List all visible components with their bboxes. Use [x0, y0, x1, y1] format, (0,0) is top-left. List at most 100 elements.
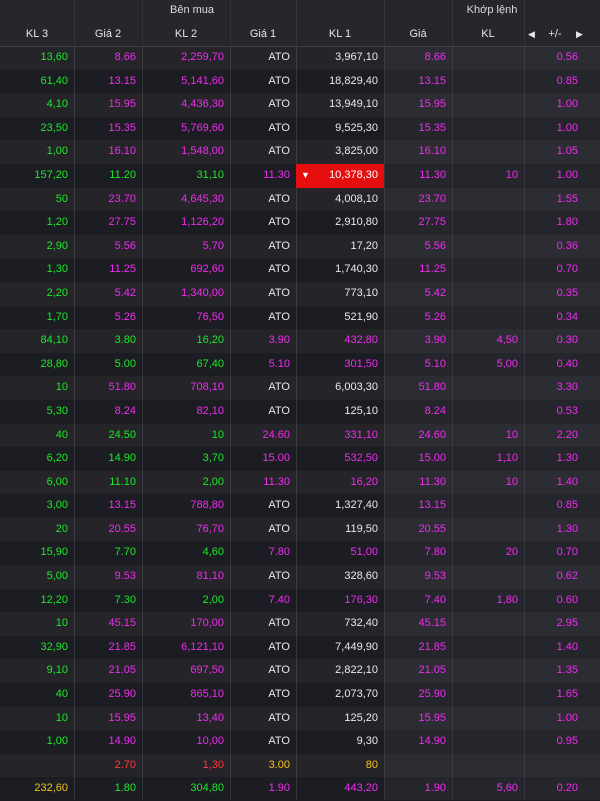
header-gia1[interactable]: Giá 1 [230, 24, 296, 46]
cell-gia1: ATO [268, 121, 290, 134]
table-row[interactable]: 13,60 8.66 2,259,70 ATO 3,967,10 8.66 0.56 [0, 46, 600, 70]
table-row[interactable]: 1,70 5.26 76,50 ATO 521,90 5.26 0.34 [0, 306, 600, 330]
cell-change: 1.30 [556, 522, 578, 535]
cell-gia1: 24.60 [262, 428, 290, 441]
table-row[interactable]: 12,20 7.30 2,00 7.40 176,30 7.40 1,80 0.60 [0, 589, 600, 613]
cell-gia1: 7.80 [268, 546, 290, 559]
cell-gia2: 7.30 [114, 593, 136, 606]
header-kl[interactable]: KL [452, 24, 524, 46]
cell-change: 1.65 [556, 688, 578, 701]
cell-gia2: 24.50 [108, 428, 136, 441]
cell-gia2: 45.15 [108, 617, 136, 630]
cell-gia: 16.10 [418, 145, 446, 158]
cell-gia1: ATO [268, 499, 290, 512]
cell-change: 0.70 [556, 263, 578, 276]
cell-gia: 11.30 [419, 475, 446, 488]
cell-kl [452, 612, 524, 636]
cell-gia2: 51.80 [108, 381, 136, 394]
table-row[interactable]: 2.70 1,30 3.00 80 [0, 754, 600, 778]
cell-gia2: 1.80 [114, 782, 136, 795]
table-row[interactable]: 10 51.80 708,10 ATO 6,003,30 51.80 3.30 [0, 376, 600, 400]
cell-gia: 8.66 [424, 51, 446, 63]
table-row[interactable]: 1,00 16.10 1,548,00 ATO 3,825,00 16.10 1.05 [0, 140, 600, 164]
cell-kl1: 521,90 [344, 310, 378, 323]
header-gia[interactable]: Giá [384, 24, 452, 46]
cell-gia2: 5.26 [114, 310, 136, 323]
price-board: Bên mua Khớp lệnh KL 3 Giá 2 KL 2 Giá 1 … [0, 0, 600, 800]
cell-kl1: 3,825,00 [335, 145, 378, 158]
cell-gia1: ATO [268, 664, 290, 677]
caret-right-icon[interactable]: ▶ [576, 24, 583, 44]
table-row[interactable]: 61,40 13.15 5,141,60 ATO 18,829,40 13.15 0.85 [0, 70, 600, 94]
cell-change: 0.20 [556, 782, 578, 795]
cell-kl1: 432,80 [344, 334, 378, 347]
cell-gia: 5.42 [424, 286, 446, 299]
cell-kl3 [0, 754, 74, 778]
table-row[interactable]: 50 23.70 4,645,30 ATO 4,008,10 23.70 1.55 [0, 188, 600, 212]
cell-kl: 10 [505, 168, 518, 181]
header-kl2[interactable]: KL 2 [142, 24, 230, 46]
table-row[interactable]: 10 45.15 170,00 ATO 732,40 45.15 2.95 [0, 612, 600, 636]
cell-change: 0.62 [556, 570, 578, 583]
cell-gia: 9.53 [424, 570, 446, 583]
table-row[interactable]: 1,30 11.25 692,60 ATO 1,740,30 11.25 0.70 [0, 258, 600, 282]
cell-gia: 3.90 [424, 334, 446, 347]
cell-kl [452, 659, 524, 683]
cell-change: 3.30 [556, 381, 578, 394]
table-row[interactable]: 84,10 3.80 16,20 3.90 432,80 3.90 4,50 0.30 [0, 329, 600, 353]
table-row[interactable]: 1,00 14.90 10,00 ATO 9,30 14.90 0.95 [0, 730, 600, 754]
cell-kl1: 13,949,10 [329, 98, 378, 111]
header-change[interactable]: +/- [538, 24, 572, 46]
cell-kl2: 708,10 [190, 381, 224, 394]
cell-kl [452, 235, 524, 259]
table-row[interactable]: 4,10 15.95 4,436,30 ATO 13,949,10 15.95 1.00 [0, 93, 600, 117]
cell-gia: 7.80 [424, 546, 446, 559]
cell-kl [452, 754, 524, 778]
table-row[interactable]: 157,20 11.20 31,10 11.30 10,378,30 ▼ 11.30 10 1.… [0, 163, 600, 188]
table-row[interactable]: 20 20.55 76,70 ATO 119,50 20.55 1.30 [0, 518, 600, 542]
table-row[interactable]: 2,20 5.42 1,340,00 ATO 773,10 5.42 0.35 [0, 282, 600, 306]
cell-gia: 11.30 [419, 168, 446, 181]
table-row[interactable]: 28,80 5.00 67,40 5.10 301,50 5.10 5,00 0.40 [0, 353, 600, 377]
table-row[interactable]: 40 25.90 865,10 ATO 2,073,70 25.90 1.65 [0, 683, 600, 707]
table-row[interactable]: 5,00 9.53 81,10 ATO 328,60 9.53 0.62 [0, 565, 600, 589]
cell-kl3: 2,90 [46, 239, 68, 252]
table-row[interactable]: 23,50 15.35 5,769,60 ATO 9,525,30 15.35 1.00 [0, 117, 600, 141]
table-row[interactable]: 3,00 13.15 788,80 ATO 1,327,40 13.15 0.85 [0, 494, 600, 518]
header-kl1[interactable]: KL 1 [296, 24, 384, 46]
table-row[interactable]: 40 24.50 10 24.60 331,10 24.60 10 2.20 [0, 424, 600, 448]
table-row[interactable]: 1,20 27.75 1,126,20 ATO 2,910,80 27.75 1.80 [0, 211, 600, 235]
cell-gia1: ATO [268, 617, 290, 630]
cell-change: 2.95 [556, 617, 578, 630]
header-gia2[interactable]: Giá 2 [74, 24, 142, 46]
cell-gia: 20.55 [418, 522, 446, 535]
cell-gia: 23.70 [418, 192, 446, 205]
cell-gia2: 8.24 [114, 404, 136, 417]
cell-change [524, 754, 584, 778]
cell-kl3: 10 [55, 617, 68, 630]
cell-gia2: 21.85 [108, 640, 136, 653]
table-row[interactable]: 10 15.95 13,40 ATO 125,20 15.95 1.00 [0, 707, 600, 731]
table-row[interactable]: 32,90 21.85 6,121,10 ATO 7,449,90 21.85 1.40 [0, 636, 600, 660]
cell-kl [452, 46, 524, 70]
cell-gia [384, 754, 452, 778]
cell-gia2: 20.55 [108, 522, 136, 535]
table-row[interactable]: 6,20 14.90 3,70 15.00 532,50 15.00 1,10 1.30 [0, 447, 600, 471]
cell-kl1: 3,967,10 [335, 51, 378, 63]
header-kl3[interactable]: KL 3 [0, 24, 74, 46]
table-row[interactable]: 15,90 7.70 4,60 7.80 51,00 7.80 20 0.70 [0, 541, 600, 565]
table-row[interactable]: 232,60 1.80 304,80 1.90 443,20 1.90 5,60 0.20 [0, 777, 600, 801]
cell-kl2: 76,50 [196, 310, 224, 323]
cell-change: 1.00 [556, 711, 578, 724]
table-row[interactable]: 9,10 21.05 697,50 ATO 2,822,10 21.05 1.35 [0, 659, 600, 683]
caret-left-icon[interactable]: ◀ [528, 24, 535, 44]
cell-kl [452, 140, 524, 164]
table-row[interactable]: 2,90 5.56 5,70 ATO 17,20 5.56 0.36 [0, 235, 600, 259]
cell-change: 1.40 [556, 475, 578, 488]
table-row[interactable]: 5,30 8.24 82,10 ATO 125,10 8.24 0.53 [0, 400, 600, 424]
cell-gia1: 5.10 [268, 357, 290, 370]
table-row[interactable]: 6,00 11.10 2,00 11.30 16,20 11.30 10 1.40 [0, 471, 600, 495]
cell-change: 0.60 [556, 593, 578, 606]
cell-kl3: 1,70 [46, 310, 68, 323]
cell-gia: 1.90 [424, 782, 446, 795]
